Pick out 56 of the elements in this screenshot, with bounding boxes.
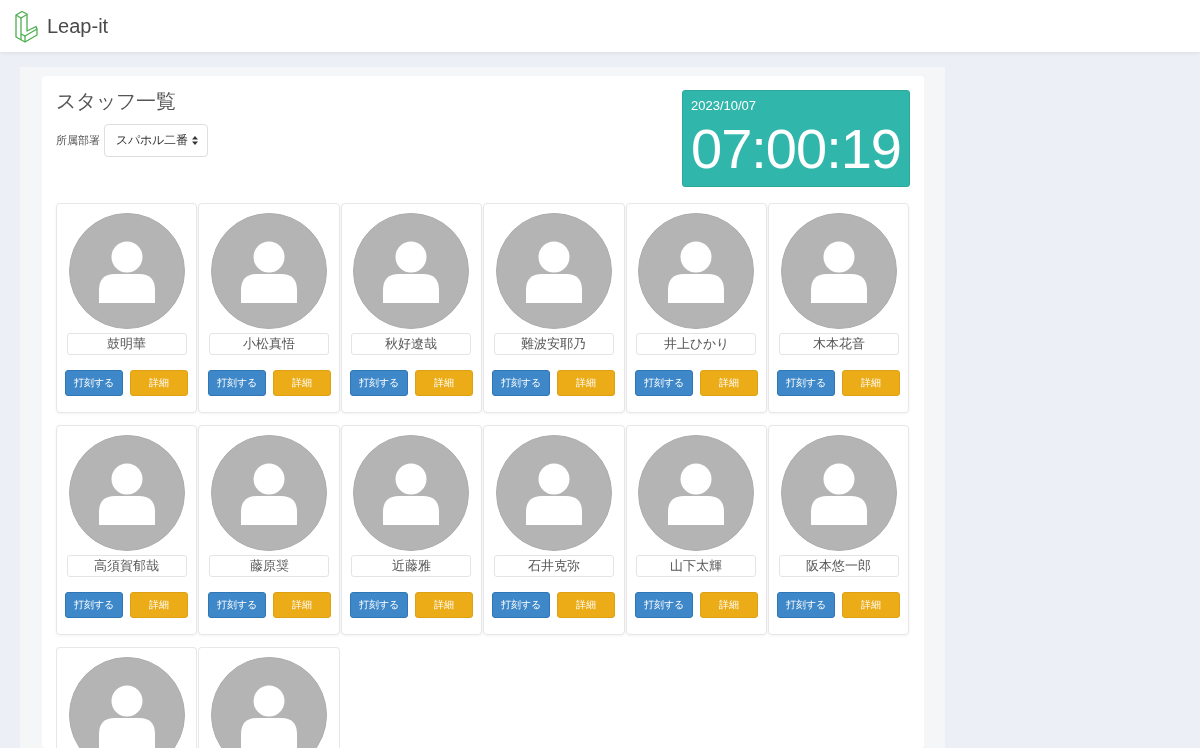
staff-action-button[interactable]: 詳細 xyxy=(414,370,473,396)
user-silhouette-icon xyxy=(353,435,470,551)
staff-name: 秋好遼哉 xyxy=(351,333,472,355)
user-silhouette-icon xyxy=(638,213,755,329)
staff-action-button[interactable]: 打刻する xyxy=(634,370,693,396)
user-silhouette-icon xyxy=(780,213,897,329)
staff-action-button[interactable]: 詳細 xyxy=(842,592,901,618)
staff-name: 山下太輝 xyxy=(636,555,757,577)
staff-name: 木本花音 xyxy=(778,333,899,355)
user-silhouette-icon xyxy=(211,435,328,551)
staff-action-button[interactable]: 打刻する xyxy=(492,592,551,618)
staff-action-button[interactable]: 詳細 xyxy=(557,592,616,618)
staff-action-button[interactable]: 打刻する xyxy=(777,370,836,396)
user-silhouette-icon xyxy=(780,435,897,551)
staff-action-button[interactable]: 打刻する xyxy=(349,592,408,618)
page-title: スタッフ一覧 xyxy=(56,90,177,112)
l-block-logo-icon xyxy=(15,9,38,43)
staff-name: 阪本悠一郎 xyxy=(778,555,899,577)
user-silhouette-icon xyxy=(353,213,470,329)
staff-action-button[interactable]: 打刻する xyxy=(65,370,124,396)
staff-action-button[interactable]: 詳細 xyxy=(272,592,331,618)
staff-action-button[interactable]: 打刻する xyxy=(65,592,124,618)
department-label: 所属部署 xyxy=(56,133,100,148)
staff-action-button[interactable]: 詳細 xyxy=(699,592,758,618)
brand-link[interactable]: Leap-it xyxy=(15,9,109,43)
staff-action-button[interactable]: 詳細 xyxy=(699,370,758,396)
staff-name: 近藤雅 xyxy=(351,555,472,577)
up-down-caret-icon xyxy=(192,136,198,145)
staff-action-button[interactable]: 打刻する xyxy=(207,592,266,618)
user-silhouette-icon xyxy=(495,435,612,551)
staff-action-button[interactable]: 詳細 xyxy=(414,592,473,618)
staff-action-button[interactable]: 打刻する xyxy=(777,592,836,618)
staff-action-button[interactable]: 打刻する xyxy=(634,592,693,618)
staff-name: 鼓明華 xyxy=(66,333,187,355)
staff-action-button[interactable]: 詳細 xyxy=(272,370,331,396)
staff-name: 藤原奨 xyxy=(209,555,330,577)
user-silhouette-icon xyxy=(638,435,755,551)
clock-date: 2023/10/07 xyxy=(691,98,758,114)
clock-time: 07:00:19 xyxy=(691,120,901,178)
user-silhouette-icon xyxy=(495,213,612,329)
staff-name: 石井克弥 xyxy=(493,555,614,577)
staff-action-button[interactable]: 打刻する xyxy=(492,370,551,396)
staff-name: 高須賀郁哉 xyxy=(66,555,187,577)
staff-action-button[interactable]: 詳細 xyxy=(130,370,189,396)
staff-name: 難波安耶乃 xyxy=(493,333,614,355)
staff-action-button[interactable]: 詳細 xyxy=(557,370,616,396)
staff-name: 井上ひかり xyxy=(636,333,757,355)
staff-action-button[interactable]: 詳細 xyxy=(130,592,189,618)
user-silhouette-icon xyxy=(211,213,328,329)
staff-action-button[interactable]: 詳細 xyxy=(842,370,901,396)
staff-name: 小松真悟 xyxy=(209,333,330,355)
staff-action-button[interactable]: 打刻する xyxy=(349,370,408,396)
staff-action-button[interactable]: 打刻する xyxy=(207,370,266,396)
department-select[interactable]: スパホル二番 xyxy=(104,124,208,157)
user-silhouette-icon xyxy=(68,435,185,551)
user-silhouette-icon xyxy=(68,213,185,329)
